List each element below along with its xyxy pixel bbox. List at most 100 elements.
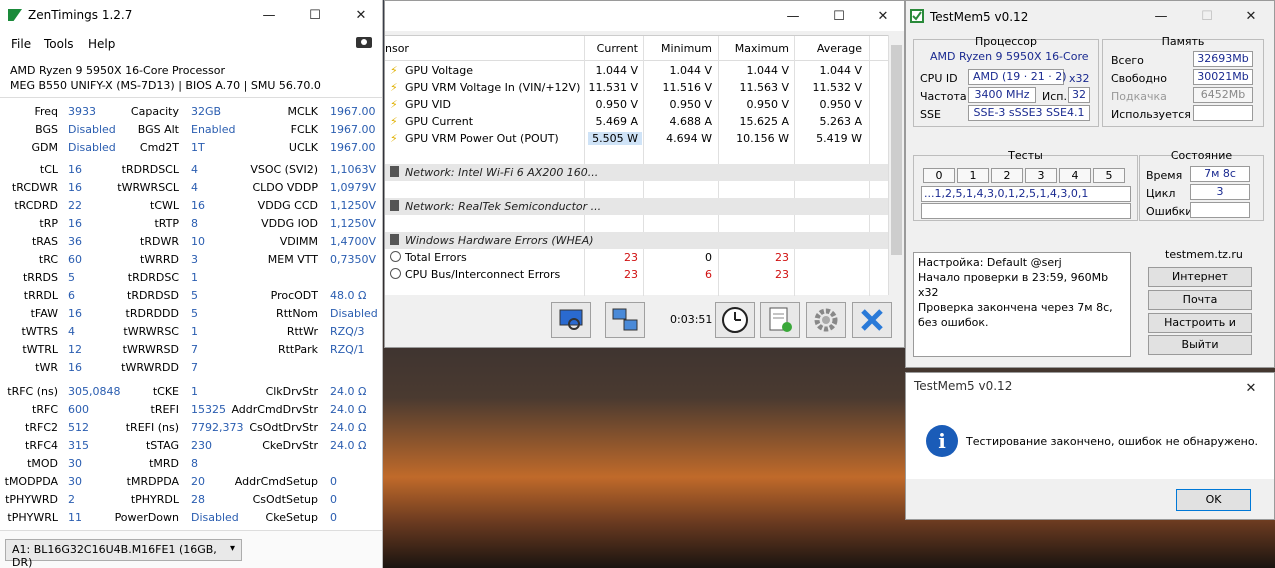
- timing-label: tRFC4: [25, 439, 58, 452]
- sensor-row[interactable]: CPU Bus/Interconnect Errors 23 6 23: [385, 266, 888, 283]
- timing-label: tRDRDDD: [125, 307, 179, 320]
- timing-value: 0: [330, 493, 337, 506]
- timing-label: RttPark: [277, 343, 318, 356]
- timing-label: tRP: [39, 217, 58, 230]
- timing-label: tWTRS: [21, 325, 58, 338]
- site-label: testmem.tz.ru: [1165, 248, 1243, 261]
- col-maximum[interactable]: Maximum: [735, 42, 789, 55]
- sensor-row[interactable]: ⚡ GPU VRM Voltage In (VIN/+12V) 11.531 V 11…: [385, 79, 888, 96]
- sensor-row[interactable]: ⚡ GPU VRM Power Out (POUT) 5.505 W 4.694 W 1…: [385, 130, 888, 147]
- timing-label: tFAW: [30, 307, 58, 320]
- sensor-row[interactable]: [385, 181, 888, 198]
- menu-tools[interactable]: Tools: [44, 37, 74, 51]
- sensor-scrollbar[interactable]: [888, 35, 904, 295]
- sse-support: SSE-3 sSSE3 SSE4.1: [968, 105, 1090, 121]
- timing-value: 16: [68, 361, 82, 374]
- close-icon[interactable]: ✕: [1228, 1, 1274, 31]
- monitor-icon[interactable]: [551, 302, 591, 338]
- timing-label: CsOdtDrvStr: [249, 421, 318, 434]
- screenshot-camera-icon[interactable]: [356, 37, 372, 48]
- sensor-max: 0.950 V: [746, 98, 789, 111]
- clock-icon[interactable]: [715, 302, 755, 338]
- window-title: TestMem5 v0.12: [930, 10, 1029, 24]
- timing-label: VSOC (SVI2): [250, 163, 318, 176]
- sensor-max: 10.156 W: [736, 132, 789, 145]
- network-icon[interactable]: [605, 302, 645, 338]
- timing-value: 15325: [191, 403, 226, 416]
- timing-row: tRCDRD 22 tCWL 16 VDDG CCD 1,1250V: [0, 197, 383, 215]
- counter-icon: [390, 251, 401, 262]
- close-icon[interactable]: ✕: [1228, 373, 1274, 403]
- timing-label: tRRDS: [22, 271, 58, 284]
- cpuid-field: AMD (19 · 21 · 2): [968, 69, 1067, 85]
- close-x-icon[interactable]: [852, 302, 892, 338]
- minimize-icon[interactable]: —: [1138, 1, 1184, 31]
- timing-label: tRDRDSCL: [121, 163, 179, 176]
- ok-button[interactable]: OK: [1176, 489, 1251, 511]
- sensor-min: 1.044 V: [669, 64, 712, 77]
- timing-value: 2: [68, 493, 75, 506]
- timing-value: Disabled: [68, 123, 116, 136]
- timing-label: CkeDrvStr: [262, 439, 318, 452]
- sensor-avg: 5.263 A: [819, 115, 862, 128]
- sensor-group-row[interactable]: Windows Hardware Errors (WHEA): [385, 232, 888, 249]
- completion-dialog: TestMem5 v0.12 ✕ i Тестирование закончен…: [905, 372, 1275, 520]
- timing-label: RttNom: [276, 307, 318, 320]
- exit-button[interactable]: Выйти: [1148, 335, 1252, 355]
- timing-label: tWRWRSC: [123, 325, 179, 338]
- timing-row: BGS Disabled BGS Alt Enabled FCLK 1967.00: [0, 121, 383, 139]
- zentimings-titlebar[interactable]: ZenTimings 1.2.7 — ☐ ✕: [0, 0, 382, 30]
- col-sensor[interactable]: nsor: [385, 42, 409, 55]
- setup-exit-button[interactable]: Настроить и выйти: [1148, 313, 1252, 347]
- voltage-icon: ⚡: [390, 64, 398, 77]
- sensor-row[interactable]: ⚡ GPU Current 5.469 A 4.688 A 15.625 A 5.263 …: [385, 113, 888, 130]
- timing-value: 1: [191, 271, 198, 284]
- sensor-row[interactable]: ⚡ GPU VID 0.950 V 0.950 V 0.950 V 0.950 V: [385, 96, 888, 113]
- close-icon[interactable]: ✕: [338, 0, 384, 30]
- sensor-avg: 5.419 W: [816, 132, 862, 145]
- sensor-group-row[interactable]: Network: RealTek Semiconductor ...: [385, 198, 888, 215]
- timing-value: 20: [191, 475, 205, 488]
- maximize-icon[interactable]: ☐: [292, 0, 338, 30]
- timing-label: tRRDL: [23, 289, 58, 302]
- elapsed-timer: 0:03:51: [670, 313, 713, 326]
- timing-label: RttWr: [286, 325, 318, 338]
- cycle-count: 3: [1190, 184, 1250, 200]
- sensor-row[interactable]: ⚡ GPU Voltage 1.044 V 1.044 V 1.044 V 1.044 V: [385, 62, 888, 79]
- timing-value: 1,1250V: [330, 199, 377, 212]
- cpuid-threads: x32: [1069, 72, 1090, 85]
- timing-label: tWRRD: [140, 253, 179, 266]
- timing-label: Capacity: [130, 105, 179, 118]
- cpu-frequency: 3400 MHz: [968, 87, 1036, 103]
- board-info: MEG B550 UNIFY-X (MS-7D13) | BIOS A.70 |…: [10, 79, 321, 92]
- memory-group: Память Всего 32693Mb Свободно 30021Mb По…: [1102, 35, 1264, 127]
- test-5: 5: [1093, 168, 1125, 183]
- voltage-icon: ⚡: [390, 98, 398, 111]
- sensor-group-row[interactable]: Network: Intel Wi-Fi 6 AX200 160...: [385, 164, 888, 181]
- menu-help[interactable]: Help: [88, 37, 115, 51]
- close-icon[interactable]: ✕: [860, 1, 906, 31]
- timing-row: tRC 60 tWRRD 3 MEM VTT 0,7350V: [0, 251, 383, 269]
- sensor-row[interactable]: [385, 147, 888, 164]
- settings-gear-icon[interactable]: [806, 302, 846, 338]
- mail-button[interactable]: Почта: [1148, 290, 1252, 310]
- minimize-icon[interactable]: —: [770, 1, 816, 31]
- report-add-icon[interactable]: [760, 302, 800, 338]
- timing-label: tPHYRDL: [130, 493, 179, 506]
- timing-value: 16: [68, 307, 82, 320]
- maximize-icon[interactable]: ☐: [816, 1, 862, 31]
- timing-label: CsOdtSetup: [252, 493, 318, 506]
- col-average[interactable]: Average: [817, 42, 862, 55]
- memory-used: [1193, 105, 1253, 121]
- sensor-row[interactable]: Total Errors 23 0 23: [385, 249, 888, 266]
- memory-module-select[interactable]: A1: BL16G32C16U4B.M16FE1 (16GB, DR): [5, 539, 242, 568]
- col-current[interactable]: Current: [597, 42, 638, 55]
- timing-value: 22: [68, 199, 82, 212]
- sensor-row[interactable]: [385, 215, 888, 232]
- col-minimum[interactable]: Minimum: [661, 42, 712, 55]
- timing-row: tWTRL 12 tWRWRSD 7 RttPark RZQ/1: [0, 341, 383, 359]
- sensor-name: GPU Current: [405, 115, 474, 128]
- menu-file[interactable]: File: [11, 37, 31, 51]
- internet-button[interactable]: Интернет: [1148, 267, 1252, 287]
- minimize-icon[interactable]: —: [246, 0, 292, 30]
